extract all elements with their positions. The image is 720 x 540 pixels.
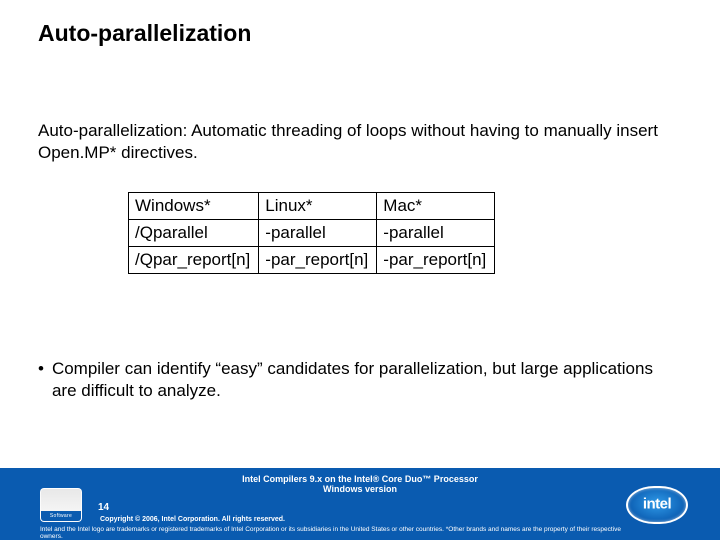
table-cell: -par_report[n] <box>259 247 377 274</box>
table-row: /Qparallel -parallel -parallel <box>129 220 495 247</box>
table-cell: Mac* <box>377 193 495 220</box>
table-cell: Windows* <box>129 193 259 220</box>
bullet-text: Compiler can identify “easy” candidates … <box>52 358 680 402</box>
table-cell: -par_report[n] <box>377 247 495 274</box>
intel-logo: intel <box>626 486 688 524</box>
description-text: Auto-parallelization: Automatic threadin… <box>38 120 680 164</box>
table-cell: -parallel <box>377 220 495 247</box>
compiler-options-table: Windows* Linux* Mac* /Qparallel -paralle… <box>128 192 495 274</box>
table-row: Windows* Linux* Mac* <box>129 193 495 220</box>
table-row: /Qpar_report[n] -par_report[n] -par_repo… <box>129 247 495 274</box>
page-number: 14 <box>98 502 109 513</box>
table-cell: -parallel <box>259 220 377 247</box>
footer-session-title: Intel Compilers 9.x on the Intel® Core D… <box>170 474 550 495</box>
slide: Auto-parallelization Auto-parallelizatio… <box>0 0 720 540</box>
footer-title-line1: Intel Compilers 9.x on the Intel® Core D… <box>242 474 478 484</box>
legal-text: Intel and the Intel logo are trademarks … <box>40 526 630 540</box>
bullet-list: • Compiler can identify “easy” candidate… <box>38 358 680 402</box>
bullet-icon: • <box>38 358 44 402</box>
copyright-text: Copyright © 2006, Intel Corporation. All… <box>100 516 285 523</box>
slide-title: Auto-parallelization <box>38 20 251 47</box>
intel-logo-text: intel <box>643 496 671 513</box>
intel-software-badge: Software <box>40 488 82 522</box>
table-cell: /Qparallel <box>129 220 259 247</box>
intel-logo-oval-icon: intel <box>626 486 688 524</box>
table-cell: Linux* <box>259 193 377 220</box>
footer: Intel Compilers 9.x on the Intel® Core D… <box>0 468 720 540</box>
software-badge-label: Software <box>41 511 81 521</box>
footer-title-line2: Windows version <box>323 484 397 494</box>
table-cell: /Qpar_report[n] <box>129 247 259 274</box>
